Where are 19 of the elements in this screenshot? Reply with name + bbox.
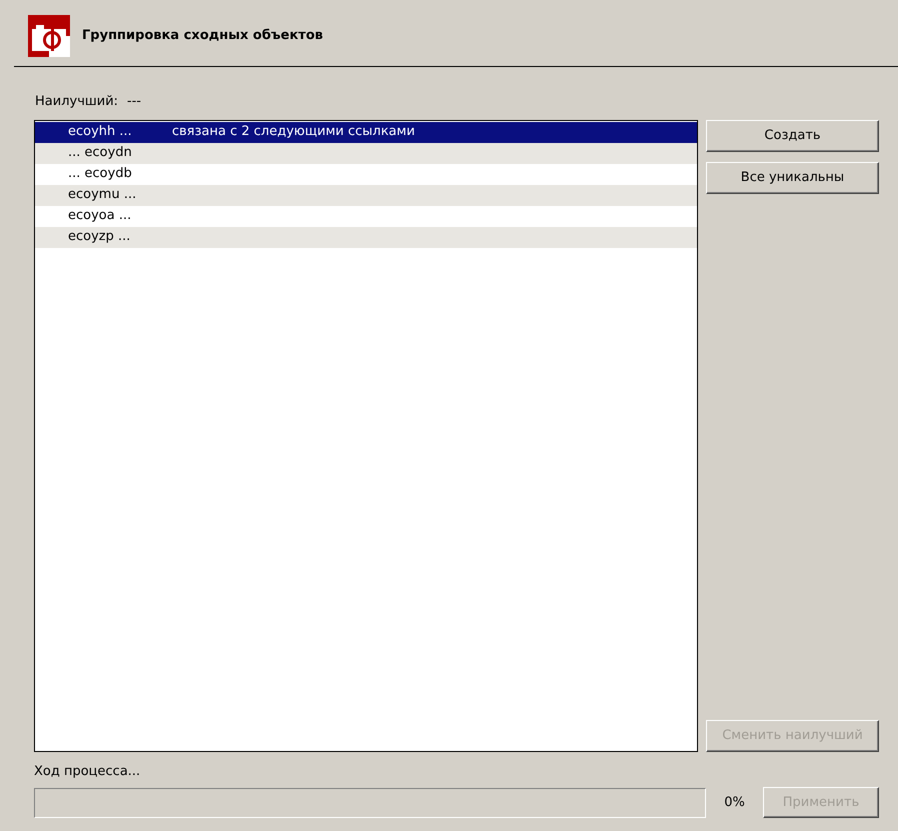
object-name: ecoyzp ... — [68, 228, 132, 246]
progress-percent: 0% — [723, 794, 746, 812]
best-value: --- — [127, 93, 142, 111]
object-note: связана с 2 следующими ссылками — [172, 123, 415, 142]
dialog-title: Группировка сходных объектов — [82, 27, 324, 46]
object-name: ecoyoa ... — [68, 207, 132, 226]
object-name: ... ecoydb — [68, 165, 133, 184]
object-name: ecoymu ... — [68, 186, 138, 204]
object-name: ... ecoydn — [68, 144, 133, 162]
all-unique-button[interactable]: Все уникальны — [706, 162, 879, 194]
camera-logo-icon — [28, 15, 70, 57]
list-row[interactable]: ... ecoydn — [35, 142, 697, 164]
progress-label: Ход процесса... — [33, 762, 142, 780]
create-button[interactable]: Создать — [706, 120, 879, 152]
list-row[interactable]: ecoymu ... — [35, 184, 697, 206]
list-row[interactable]: ecoyzp ... — [35, 226, 697, 248]
list-row[interactable]: ecoyhh ... связана с 2 следующими ссылками — [35, 122, 697, 142]
best-label: Наилучший: — [35, 93, 118, 111]
object-name: ecoyhh ... — [68, 123, 133, 142]
